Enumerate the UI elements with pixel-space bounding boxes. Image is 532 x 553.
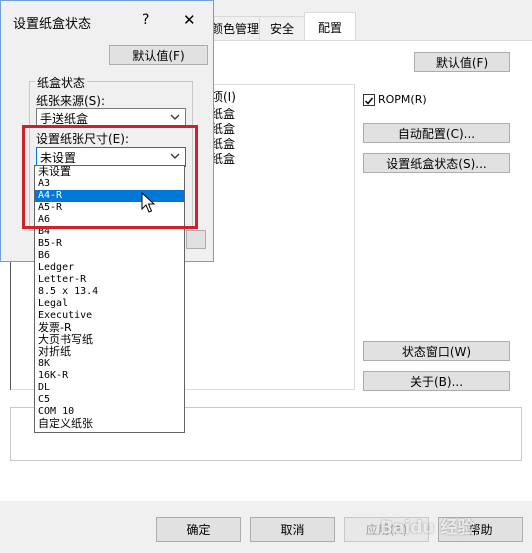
options-list-item[interactable]: 纸盒 (211, 150, 235, 167)
close-icon[interactable]: ✕ (183, 11, 196, 29)
select-value: 手送纸盒 (40, 111, 89, 126)
mouse-cursor-icon (141, 192, 155, 213)
button-label: 默认值(F) (132, 48, 185, 63)
source-label: 纸张来源(S): (36, 94, 106, 108)
group-label: 纸盒状态 (35, 74, 88, 91)
button-label: 默认值(F) (435, 55, 489, 70)
dropdown-option[interactable]: Ledger (35, 262, 184, 274)
highlight-box (22, 125, 198, 229)
dropdown-option[interactable]: C5 (35, 394, 184, 406)
watermark: Baidu 经验 (380, 518, 475, 538)
tab-label: 安全 (269, 22, 294, 36)
button-label: 取消 (280, 523, 305, 537)
tab-label: 配置 (317, 20, 342, 35)
default-button[interactable]: 默认值(F) (414, 52, 510, 72)
tab-configuration[interactable]: 配置 (304, 12, 356, 41)
button-label: 自动配置(C)... (397, 126, 476, 141)
status-window-button[interactable]: 状态窗口(W) (363, 341, 510, 361)
tab-security[interactable]: 安全 (259, 16, 305, 40)
tab-color-management[interactable]: 颜色管理 (210, 16, 260, 40)
dropdown-option[interactable]: 8K (35, 358, 184, 370)
dropdown-option[interactable]: 自定义纸张 (35, 418, 184, 430)
button-label: 关于(B)... (409, 374, 464, 389)
ok-button[interactable]: 确定 (156, 517, 241, 542)
options-list-header: 项(I) (211, 90, 236, 104)
dialog-default-button[interactable]: 默认值(F) (109, 45, 208, 65)
about-button[interactable]: 关于(B)... (363, 371, 510, 391)
ropm-label: ROPM(R) (378, 93, 427, 106)
dropdown-option[interactable]: DL (35, 382, 184, 394)
dropdown-option[interactable]: B6 (35, 250, 184, 262)
dropdown-option[interactable]: Legal (35, 298, 184, 310)
dropdown-option[interactable]: Letter-R (35, 274, 184, 286)
dropdown-option[interactable]: 16K-R (35, 370, 184, 382)
dialog-hidden-button[interactable] (186, 230, 206, 249)
check-icon (364, 97, 374, 105)
dropdown-option[interactable]: B5-R (35, 238, 184, 250)
button-label: 状态窗口(W) (401, 344, 472, 359)
ropm-checkbox[interactable] (363, 94, 375, 106)
tab-label: 颜色管理 (211, 22, 260, 36)
auto-config-button[interactable]: 自动配置(C)... (363, 123, 510, 143)
button-label: 设置纸盒状态(S)... (386, 156, 487, 171)
dropdown-option[interactable]: 8.5 x 13.4 (35, 286, 184, 298)
tray-status-button[interactable]: 设置纸盒状态(S)... (363, 153, 510, 173)
chevron-down-icon (170, 114, 180, 120)
button-label: 确定 (186, 523, 211, 537)
cancel-button[interactable]: 取消 (250, 517, 335, 542)
dropdown-option[interactable]: 对折纸 (35, 346, 184, 358)
dialog-title: 设置纸盒状态 (13, 17, 92, 32)
help-icon[interactable]: ? (142, 12, 149, 28)
